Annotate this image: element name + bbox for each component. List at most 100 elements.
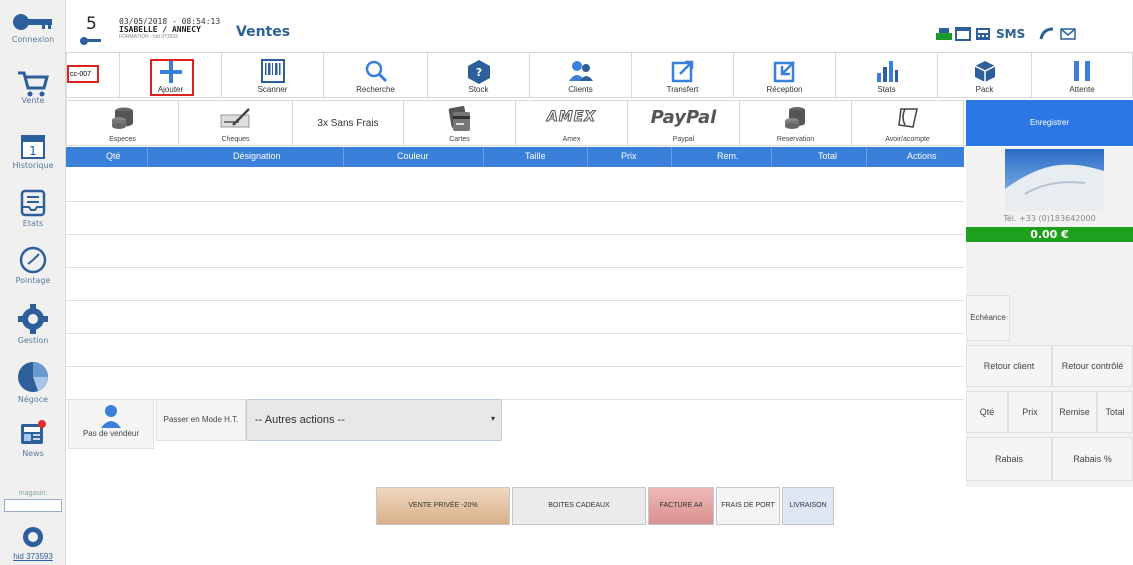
sidebar-label: Négoce (17, 395, 49, 404)
pack-button[interactable]: Pack (938, 52, 1032, 98)
table-row[interactable] (66, 268, 964, 301)
search-icon (365, 60, 387, 83)
sidebar-label: Pointage (15, 276, 51, 285)
column-header[interactable]: Total (818, 151, 837, 161)
header: 5 03/05/2018 - 08:54:13 ISABELLE / ANNEC… (66, 0, 1133, 52)
hold-button[interactable]: Attente (1032, 52, 1133, 98)
toolbar-label: Clients (568, 85, 593, 94)
lifebuoy-icon[interactable] (21, 525, 45, 549)
column-header[interactable]: Qté (106, 151, 121, 161)
hid-link[interactable]: hid 373593 (0, 552, 66, 561)
select-value: -- Autres actions -- (255, 414, 345, 426)
tray-icon (20, 189, 46, 217)
pay-cash-button[interactable]: Especes (66, 100, 179, 146)
sidebar-label: News (22, 449, 44, 458)
pay-label: Amex (562, 136, 581, 143)
toolbar-label: Recherche (356, 85, 395, 94)
sidebar-label: Etats (22, 219, 44, 228)
shipping-fee-button[interactable]: FRAIS DE PORT (716, 487, 780, 525)
sidebar-item-etats[interactable]: Etats (0, 188, 66, 228)
toolbar-label: Ajouter (157, 85, 184, 94)
product-code-input[interactable] (67, 65, 99, 83)
table-row[interactable] (66, 367, 964, 400)
magasin-input[interactable] (4, 499, 62, 512)
store-photo (1005, 149, 1104, 211)
cart-icon (18, 71, 49, 97)
sms-button[interactable]: SMS (996, 27, 1025, 41)
toolbar-label: Pack (975, 85, 994, 94)
column-header[interactable]: Désignation (233, 151, 281, 161)
qty-button[interactable]: Qté (966, 391, 1008, 433)
sidebar-item-historique[interactable]: 1 Historique (0, 132, 66, 170)
table-row[interactable] (66, 301, 964, 334)
import-icon (773, 61, 795, 83)
pie-icon (18, 362, 48, 392)
save-button[interactable]: Enregistrer (966, 100, 1133, 146)
gift-boxes-button[interactable]: BOITES CADEAUX (512, 487, 646, 525)
add-button[interactable]: Ajouter (120, 52, 222, 98)
stats-button[interactable]: Stats (836, 52, 938, 98)
sidebar-item-gestion[interactable]: Gestion (0, 303, 66, 345)
sidebar-item-pointage[interactable]: Pointage (0, 245, 66, 285)
transfer-button[interactable]: Transfert (632, 52, 734, 98)
other-actions-select[interactable]: -- Autres actions -- ▾ (246, 399, 502, 441)
news-icon (21, 420, 46, 444)
amex-logo: AMEX (546, 109, 597, 126)
customer-return-button[interactable]: Retour client (966, 345, 1052, 387)
invoice-a4-button[interactable]: FACTURE A4 (648, 487, 714, 525)
coins-stack-icon (784, 107, 805, 129)
table-row[interactable] (66, 169, 964, 202)
table-row[interactable] (66, 334, 964, 367)
sidebar-item-news[interactable]: News (0, 418, 66, 458)
pay-card-button[interactable]: Cartes (404, 100, 516, 146)
toolbar-label: Réception (766, 85, 803, 94)
controlled-return-button[interactable]: Retour contrôlé (1052, 345, 1133, 387)
pay-avoir-button[interactable]: Avoir/acompte (852, 100, 964, 146)
user-icon (101, 405, 121, 428)
table-row[interactable] (66, 235, 964, 268)
column-header[interactable]: Actions (907, 151, 937, 161)
pay-3x-button[interactable]: 3x Sans Frais (293, 100, 404, 146)
sidebar-item-negoce[interactable]: Négoce (0, 360, 66, 404)
phone-icon[interactable] (1039, 27, 1055, 41)
ht-mode-button[interactable]: Passer en Mode H.T. (156, 399, 246, 441)
rebate-button[interactable]: Rabais (966, 437, 1052, 481)
echeance-button[interactable]: Echéance (966, 295, 1010, 341)
column-header[interactable]: Rem. (717, 151, 739, 161)
pay-amex-button[interactable]: AMEX Amex (516, 100, 628, 146)
delivery-button[interactable]: LIVRAISON (782, 487, 834, 525)
column-header[interactable]: Prix (621, 151, 637, 161)
pay-paypal-button[interactable]: PayPal Paypal (628, 100, 740, 146)
card-icon (448, 106, 470, 131)
export-icon (671, 60, 693, 83)
seller-button[interactable]: Pas de vendeur (68, 399, 154, 449)
coins-icon (111, 107, 133, 129)
search-button[interactable]: Recherche (324, 52, 428, 98)
calculator-icon[interactable] (975, 27, 991, 41)
toolbar-label: Scanner (257, 85, 288, 94)
total-button[interactable]: Total (1097, 391, 1133, 433)
printer-icon[interactable] (935, 27, 953, 42)
column-header[interactable]: Taille (525, 151, 546, 161)
table-row[interactable] (66, 202, 964, 235)
discount-button[interactable]: Remise (1052, 391, 1097, 433)
column-header[interactable]: Couleur (397, 151, 429, 161)
gear-icon (18, 304, 48, 334)
sidebar-item-vente[interactable]: Vente (0, 70, 66, 105)
price-button[interactable]: Prix (1008, 391, 1052, 433)
mail-icon[interactable] (1060, 28, 1076, 40)
sidebar-item-connexion[interactable]: Connexion (0, 10, 66, 44)
clock-icon (19, 246, 47, 274)
rebate-percent-button[interactable]: Rabais % (1052, 437, 1133, 481)
clients-button[interactable]: Clients (530, 52, 632, 98)
pause-icon (1074, 61, 1090, 81)
pay-cheque-button[interactable]: Cheques (179, 100, 293, 146)
window-icon[interactable] (955, 27, 971, 41)
private-sale-button[interactable]: VENTE PRIVÉE -20% (376, 487, 510, 525)
pay-reservation-button[interactable]: Reservation (740, 100, 852, 146)
reception-button[interactable]: Réception (734, 52, 836, 98)
stock-button[interactable]: ? Stock (428, 52, 530, 98)
scanner-button[interactable]: Scanner (222, 52, 324, 98)
key-icon (13, 14, 52, 30)
sidebar: Connexion Vente 1 Historique Etats Point… (0, 0, 66, 565)
